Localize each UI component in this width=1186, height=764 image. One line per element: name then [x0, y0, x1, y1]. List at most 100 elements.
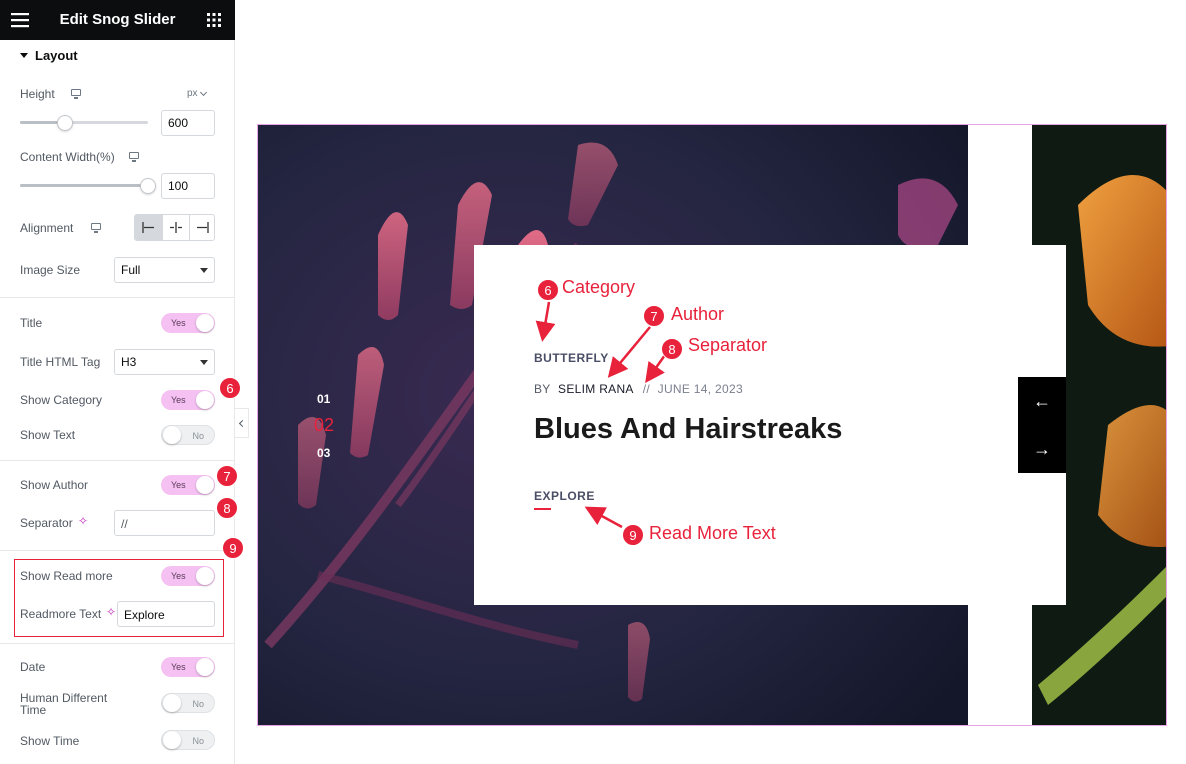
toggle-state: No: [192, 431, 204, 441]
badge-6: 6: [219, 377, 241, 399]
toggle-state: Yes: [171, 571, 186, 581]
caret-down-icon: [200, 360, 208, 365]
apps-grid-icon[interactable]: [207, 13, 221, 27]
content-width-slider[interactable]: [20, 184, 148, 187]
show-author-toggle[interactable]: Yes: [161, 475, 215, 495]
show-time-label: Show Time: [20, 734, 80, 748]
height-input[interactable]: 600: [161, 110, 215, 136]
divider: [0, 460, 234, 461]
date-label: Date: [20, 660, 46, 674]
alignment-label: Alignment: [20, 221, 74, 235]
slide-read-more[interactable]: EXPLORE: [534, 489, 595, 503]
align-right-button[interactable]: [189, 215, 214, 240]
badge-8: 8: [661, 338, 683, 360]
caret-down-icon: [200, 268, 208, 273]
desktop-icon[interactable]: [91, 223, 101, 233]
date-toggle[interactable]: Yes: [161, 657, 215, 677]
next-slide-button[interactable]: →: [1018, 425, 1066, 473]
annotation-category: Category: [562, 277, 636, 297]
slide-content-card: BUTTERFLY BY SELIM RANA // JUNE 14, 2023…: [474, 245, 1066, 605]
toggle-knob: [163, 731, 181, 749]
align-center-icon: [170, 222, 182, 233]
arrow-right-icon: →: [1033, 439, 1051, 459]
show-author-label: Show Author: [20, 478, 89, 492]
editor-topbar: Edit Snog Slider: [0, 0, 235, 40]
title-tag-label: Title HTML Tag: [20, 355, 101, 369]
toggle-knob: [196, 391, 214, 409]
chevron-down-icon: [199, 88, 208, 97]
human-time-label-line2: Time: [20, 703, 47, 717]
show-read-more-toggle[interactable]: Yes: [161, 566, 215, 586]
meta-by: BY: [534, 382, 551, 396]
show-read-more-label: Show Read more: [20, 569, 113, 583]
readmore-text-label: Readmore Text: [20, 607, 102, 621]
toggle-knob: [163, 694, 181, 712]
human-time-toggle[interactable]: No: [161, 693, 215, 713]
panel-collapse-button[interactable]: [235, 408, 249, 438]
separator-input[interactable]: //: [114, 510, 215, 536]
image-size-select[interactable]: Full: [114, 257, 215, 283]
align-left-button[interactable]: [135, 215, 162, 240]
dynamic-tags-icon[interactable]: ✧: [106, 605, 116, 619]
toggle-knob: [196, 476, 214, 494]
title-label: Title: [20, 316, 43, 330]
badge-6: 6: [537, 279, 559, 301]
content-width-input[interactable]: 100: [161, 173, 215, 199]
unit-selector[interactable]: px: [187, 88, 198, 99]
align-right-icon: [197, 222, 209, 233]
slide-author[interactable]: SELIM RANA: [558, 382, 633, 396]
height-slider[interactable]: [20, 121, 148, 124]
show-category-toggle[interactable]: Yes: [161, 390, 215, 410]
editor-title: Edit Snog Slider: [59, 11, 176, 28]
badge-9: 9: [622, 524, 644, 546]
section-title: Layout: [35, 48, 78, 63]
align-left-icon: [142, 222, 154, 233]
annotation-separator: Separator: [688, 335, 768, 355]
title-tag-value: H3: [121, 355, 137, 369]
show-text-toggle[interactable]: No: [161, 425, 215, 445]
align-center-button[interactable]: [162, 215, 189, 240]
divider: [0, 643, 234, 644]
chevron-left-icon: [238, 419, 247, 428]
show-text-label: Show Text: [20, 428, 76, 442]
title-toggle[interactable]: Yes: [161, 313, 215, 333]
editor-panel: Edit Snog Slider Layout Height px 600 Co…: [0, 0, 235, 764]
toggle-state: Yes: [171, 662, 186, 672]
section-layout-toggle[interactable]: Layout: [20, 48, 220, 64]
slide-title[interactable]: Blues And Hairstreaks: [534, 413, 842, 446]
divider: [0, 297, 234, 298]
badge-9: 9: [222, 537, 244, 559]
content-width-slider-fill: [20, 184, 148, 187]
slide-page-03[interactable]: 03: [317, 446, 330, 460]
desktop-icon[interactable]: [129, 152, 139, 162]
image-size-label: Image Size: [20, 263, 81, 277]
slide-page-02[interactable]: 02: [314, 415, 334, 436]
dynamic-tags-icon[interactable]: ✧: [78, 514, 88, 528]
show-category-label: Show Category: [20, 393, 103, 407]
toggle-knob: [196, 658, 214, 676]
caret-down-icon: [20, 53, 28, 58]
toggle-knob: [163, 426, 181, 444]
slide-category[interactable]: BUTTERFLY: [534, 351, 609, 365]
slide-date: JUNE 14, 2023: [657, 382, 743, 396]
title-tag-select[interactable]: H3: [114, 349, 215, 375]
toggle-state: Yes: [171, 318, 186, 328]
slide-separator: //: [642, 382, 650, 396]
toggle-state: No: [192, 699, 204, 709]
toggle-knob: [196, 314, 214, 332]
annotation-author: Author: [671, 304, 725, 324]
toggle-state: Yes: [171, 395, 186, 405]
content-width-slider-handle[interactable]: [140, 178, 156, 194]
content-width-label: Content Width(%): [20, 150, 115, 164]
arrow-left-icon: ←: [1033, 391, 1051, 411]
separator-label: Separator: [20, 516, 73, 530]
slide-page-01[interactable]: 01: [317, 392, 330, 406]
readmore-text-input[interactable]: Explore: [117, 601, 215, 627]
prev-slide-button[interactable]: ←: [1018, 377, 1066, 425]
alignment-group: [134, 214, 215, 241]
desktop-icon[interactable]: [71, 89, 81, 99]
height-slider-handle[interactable]: [56, 115, 73, 131]
show-time-toggle[interactable]: No: [161, 730, 215, 750]
badge-7: 7: [643, 305, 665, 327]
image-size-value: Full: [121, 263, 141, 277]
